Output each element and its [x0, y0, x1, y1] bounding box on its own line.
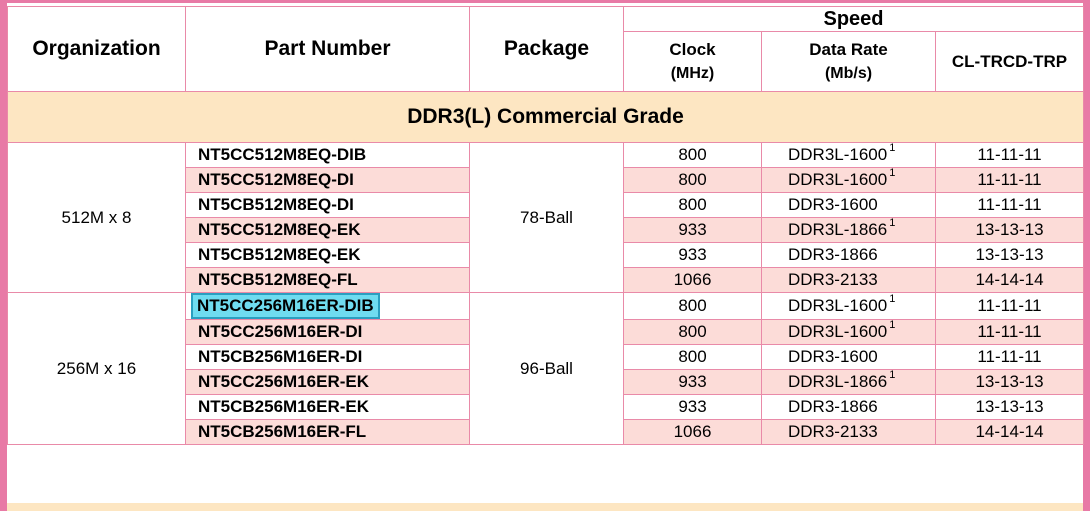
header-organization: Organization [7, 6, 186, 92]
clock-cell: 800 [623, 292, 762, 320]
data-rate-text: DDR3-2133 [788, 422, 878, 441]
data-rate-cell: DDR3L-1600 1 [761, 292, 936, 320]
next-section-band [7, 503, 1083, 511]
footnote-marker: 1 [889, 293, 896, 305]
clock-cell: 800 [623, 167, 762, 193]
part-number-cell[interactable]: NT5CB256M16ER-FL [185, 419, 470, 445]
clock-cell: 800 [623, 344, 762, 370]
data-rate-cell: DDR3-1600 [761, 344, 936, 370]
data-rate-cell: DDR3L-1866 1 [761, 369, 936, 395]
clock-cell: 1066 [623, 267, 762, 293]
organization-cell: 512M x 8 [7, 142, 186, 293]
clock-cell: 1066 [623, 419, 762, 445]
data-rate-cell: DDR3L-1600 1 [761, 319, 936, 345]
part-number-cell[interactable]: NT5CB512M8EQ-DI [185, 192, 470, 218]
cl-trcd-trp-cell: 11-11-11 [935, 319, 1084, 345]
header-clock: Clock (MHz) [623, 31, 762, 92]
data-rate-cell: DDR3-2133 [761, 267, 936, 293]
header-data-rate: Data Rate (Mb/s) [761, 31, 936, 92]
part-number-cell[interactable]: NT5CC512M8EQ-DI [185, 167, 470, 193]
clock-cell: 800 [623, 319, 762, 345]
table-body: DDR3(L) Commercial Grade 512M x 8 NT5CC51… [7, 91, 1084, 445]
cl-trcd-trp-cell: 11-11-11 [935, 292, 1084, 320]
data-rate-text: DDR3L-1600 [788, 170, 888, 189]
clock-cell: 800 [623, 142, 762, 168]
part-number-text[interactable]: NT5CC512M8EQ-DIB [198, 145, 366, 164]
part-number-cell[interactable]: NT5CB512M8EQ-FL [185, 267, 470, 293]
clock-cell: 800 [623, 192, 762, 218]
part-number-text[interactable]: NT5CB512M8EQ-DI [198, 195, 354, 214]
data-rate-text: DDR3L-1600 [788, 145, 888, 164]
part-number-text[interactable]: NT5CC512M8EQ-DI [198, 170, 354, 189]
header-cl-trcd-trp: CL-TRCD-TRP [935, 31, 1084, 92]
clock-cell: 933 [623, 217, 762, 243]
footnote-marker: 1 [889, 319, 896, 331]
part-number-cell[interactable]: NT5CC256M16ER-EK [185, 369, 470, 395]
cl-trcd-trp-cell: 11-11-11 [935, 167, 1084, 193]
data-rate-cell: DDR3-1866 [761, 394, 936, 420]
footnote-marker: 1 [889, 142, 896, 154]
footnote-marker: 1 [889, 369, 896, 381]
data-rate-text: DDR3-1866 [788, 245, 878, 264]
clock-cell: 933 [623, 394, 762, 420]
header-data-rate-unit: (Mb/s) [824, 64, 873, 82]
part-number-text[interactable]: NT5CC512M8EQ-EK [198, 220, 361, 239]
table-row: 512M x 8 NT5CC512M8EQ-DIB 78-Ball 800 DDR3L-… [7, 142, 1084, 293]
header-speed: Speed [623, 6, 1084, 32]
cl-trcd-trp-cell: 11-11-11 [935, 142, 1084, 168]
cl-trcd-trp-cell: 11-11-11 [935, 344, 1084, 370]
header-data-rate-label: Data Rate [809, 39, 888, 59]
part-number-text[interactable]: NT5CB256M16ER-FL [198, 422, 366, 441]
table-row: 256M x 16 NT5CC256M16ER-DIB 96-Ball 800 DDR3… [7, 292, 1084, 445]
part-number-text[interactable]: NT5CC256M16ER-EK [198, 372, 369, 391]
cl-trcd-trp-cell: 13-13-13 [935, 242, 1084, 268]
data-rate-text: DDR3-1866 [788, 397, 878, 416]
part-number-cell[interactable]: NT5CC256M16ER-DIB [185, 292, 470, 320]
data-rate-cell: DDR3L-1600 1 [761, 167, 936, 193]
part-number-cell[interactable]: NT5CC512M8EQ-EK [185, 217, 470, 243]
part-number-cell[interactable]: NT5CC512M8EQ-DIB [185, 142, 470, 168]
grade-title: DDR3(L) Commercial Grade [7, 91, 1084, 143]
part-number-text[interactable]: NT5CB256M16ER-EK [198, 397, 369, 416]
cl-trcd-trp-cell: 13-13-13 [935, 217, 1084, 243]
clock-cell: 933 [623, 242, 762, 268]
footnote-marker: 1 [889, 167, 896, 179]
package-cell: 78-Ball [469, 142, 624, 293]
cl-trcd-trp-cell: 13-13-13 [935, 394, 1084, 420]
data-rate-cell: DDR3-1866 [761, 242, 936, 268]
part-number-text[interactable]: NT5CB256M16ER-DI [198, 347, 362, 366]
header-package: Package [469, 6, 624, 92]
part-number-cell[interactable]: NT5CC256M16ER-DI [185, 319, 470, 345]
data-rate-text: DDR3-2133 [788, 270, 878, 289]
data-rate-text: DDR3L-1600 [788, 322, 888, 341]
header-clock-label: Clock [669, 39, 716, 59]
organization-cell: 256M x 16 [7, 292, 186, 445]
part-number-text[interactable]: NT5CC256M16ER-DI [198, 322, 362, 341]
cl-trcd-trp-cell: 11-11-11 [935, 192, 1084, 218]
cl-trcd-trp-cell: 14-14-14 [935, 419, 1084, 445]
header-part-number: Part Number [185, 6, 470, 92]
cl-trcd-trp-cell: 14-14-14 [935, 267, 1084, 293]
package-cell: 96-Ball [469, 292, 624, 445]
data-rate-text: DDR3-1600 [788, 195, 878, 214]
part-number-cell[interactable]: NT5CB256M16ER-EK [185, 394, 470, 420]
data-rate-text: DDR3L-1866 [788, 220, 888, 239]
part-number-cell[interactable]: NT5CB256M16ER-DI [185, 344, 470, 370]
data-rate-text: DDR3L-1866 [788, 372, 888, 391]
part-number-text[interactable]: NT5CB512M8EQ-EK [198, 245, 361, 264]
data-rate-cell: DDR3L-1866 1 [761, 217, 936, 243]
data-rate-text: DDR3L-1600 [788, 296, 888, 315]
clock-cell: 933 [623, 369, 762, 395]
footnote-marker: 1 [889, 217, 896, 229]
part-number-text[interactable]: NT5CB512M8EQ-FL [198, 270, 358, 289]
data-rate-cell: DDR3-1600 [761, 192, 936, 218]
part-number-table: Organization Part Number Package Speed C… [7, 6, 1084, 445]
cl-trcd-trp-cell: 13-13-13 [935, 369, 1084, 395]
data-rate-cell: DDR3L-1600 1 [761, 142, 936, 168]
data-rate-cell: DDR3-2133 [761, 419, 936, 445]
header-clock-unit: (MHz) [670, 64, 715, 82]
part-number-cell[interactable]: NT5CB512M8EQ-EK [185, 242, 470, 268]
data-rate-text: DDR3-1600 [788, 347, 878, 366]
highlighted-part-number[interactable]: NT5CC256M16ER-DIB [191, 293, 380, 319]
